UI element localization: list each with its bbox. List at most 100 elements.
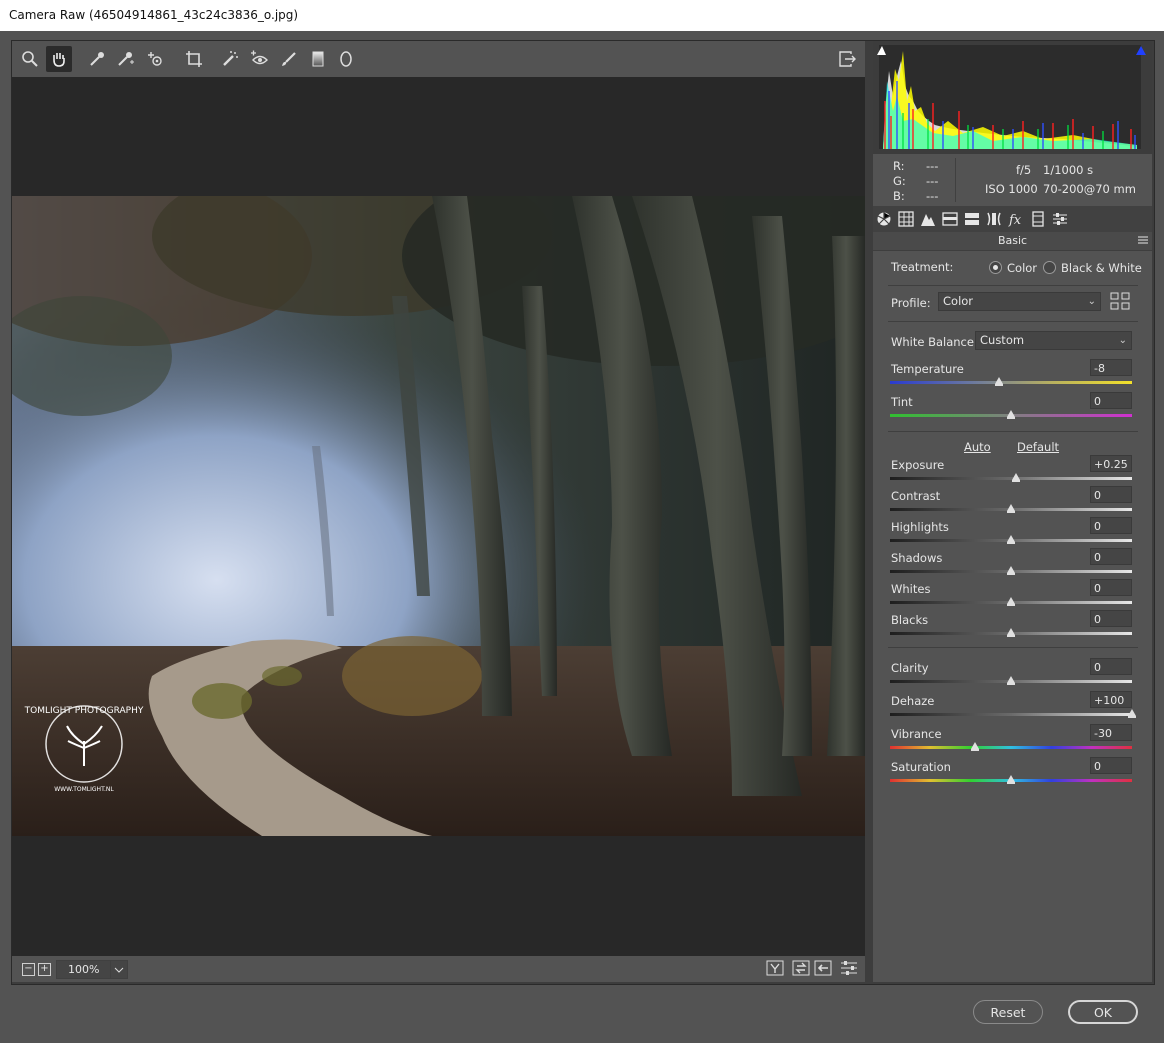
slider-label: Clarity <box>891 661 929 675</box>
zoom-in-button[interactable]: + <box>38 963 51 976</box>
iso-value: ISO 1000 <box>985 182 1038 196</box>
swap-settings-icon[interactable] <box>792 960 810 976</box>
default-link[interactable]: Default <box>1017 440 1059 454</box>
panel-header: Basic <box>873 232 1152 251</box>
slider-thumb[interactable] <box>1128 709 1136 718</box>
before-after-icon[interactable] <box>766 960 784 976</box>
panel-menu-icon[interactable] <box>1138 233 1148 251</box>
slider-label: Saturation <box>891 760 951 774</box>
treatment-bw-radio[interactable] <box>1043 261 1056 274</box>
white-balance-select[interactable]: Custom ⌄ <box>975 331 1132 350</box>
tab-camera-calibration-icon[interactable] <box>1029 210 1047 228</box>
slider-value-field[interactable]: 0 <box>1090 517 1132 534</box>
chevron-down-icon <box>110 961 127 978</box>
ok-button[interactable]: OK <box>1068 1000 1138 1024</box>
graduated-filter-icon[interactable] <box>305 46 331 72</box>
hand-icon[interactable] <box>46 46 72 72</box>
lens-value: 70-200@70 mm <box>1043 182 1136 196</box>
photo-preview[interactable]: TOMLIGHT PHOTOGRAPHY WWW.TOMLIGHT.NL <box>12 196 865 836</box>
adjustment-brush-icon[interactable] <box>276 46 302 72</box>
targeted-adjustment-icon[interactable] <box>142 46 168 72</box>
treatment-color-radio[interactable] <box>989 261 1002 274</box>
slider-thumb[interactable] <box>1007 504 1015 513</box>
slider-value-field[interactable]: 0 <box>1090 486 1132 503</box>
white-balance-icon[interactable] <box>84 46 110 72</box>
copy-settings-icon[interactable] <box>814 960 832 976</box>
slider-track[interactable] <box>890 713 1132 716</box>
tab-lens-corrections-icon[interactable] <box>985 210 1003 228</box>
treatment-color-label: Color <box>1007 261 1038 275</box>
slider-label: Shadows <box>891 551 943 565</box>
r-value: --- <box>926 159 939 173</box>
panel-tabs: fx <box>873 206 1152 232</box>
preview-area: TOMLIGHT PHOTOGRAPHY WWW.TOMLIGHT.NL − +… <box>12 41 865 982</box>
auto-link[interactable]: Auto <box>964 440 991 454</box>
image-info: R: --- G: --- B: --- f/5 1/1000 s ISO 10… <box>873 154 1152 207</box>
slider-label: Contrast <box>891 489 941 503</box>
slider-label: Blacks <box>891 613 929 627</box>
slider-thumb[interactable] <box>1007 597 1015 606</box>
tab-detail-icon[interactable] <box>919 210 937 228</box>
spot-removal-icon[interactable] <box>217 46 243 72</box>
watermark-url: WWW.TOMLIGHT.NL <box>54 786 114 793</box>
slider-thumb[interactable] <box>1011 473 1020 482</box>
zoom-level-select[interactable]: 100% <box>56 960 128 979</box>
chevron-down-icon: ⌄ <box>1087 296 1096 307</box>
slider-thumb[interactable] <box>1007 535 1015 544</box>
slider-value-field[interactable]: 0 <box>1090 658 1132 675</box>
tab-effects-icon[interactable]: fx <box>1007 210 1025 228</box>
slider-thumb[interactable] <box>970 742 979 751</box>
radial-filter-icon[interactable] <box>333 46 359 72</box>
slider-thumb[interactable] <box>994 377 1003 386</box>
slider-value-field[interactable]: 0 <box>1090 579 1132 596</box>
aperture-value: f/5 <box>1016 163 1032 177</box>
color-sampler-icon[interactable] <box>112 46 138 72</box>
crop-icon[interactable] <box>181 46 207 72</box>
slider-thumb[interactable] <box>1007 410 1015 419</box>
toggle-settings-icon[interactable] <box>840 960 858 976</box>
window-title: Camera Raw (46504914861_43c24c3836_o.jpg… <box>9 8 299 22</box>
profile-value: Color <box>943 294 974 308</box>
zoom-level-value: 100% <box>68 963 100 976</box>
slider-track[interactable] <box>890 746 1132 749</box>
svg-text:fx: fx <box>1008 213 1022 227</box>
slider-value-field[interactable]: 0 <box>1090 548 1132 565</box>
slider-thumb[interactable] <box>1007 775 1015 784</box>
tab-basic-icon[interactable] <box>875 210 893 228</box>
profile-label: Profile: <box>891 296 931 310</box>
histogram <box>873 41 1152 154</box>
b-value: --- <box>926 189 939 203</box>
g-value: --- <box>926 174 939 188</box>
slider-value-field[interactable]: 0 <box>1090 610 1132 627</box>
slider-label: Highlights <box>891 520 949 534</box>
slider-track[interactable] <box>890 381 1132 384</box>
zoom-out-button[interactable]: − <box>22 963 35 976</box>
slider-value-field[interactable]: +0.25 <box>1090 455 1132 472</box>
slider-value-field[interactable]: -30 <box>1090 724 1132 741</box>
zoom-icon[interactable] <box>17 46 43 72</box>
tab-split-toning-icon[interactable] <box>963 210 981 228</box>
profile-select[interactable]: Color ⌄ <box>938 292 1101 311</box>
white-balance-value: Custom <box>980 333 1025 347</box>
slider-value-field[interactable]: -8 <box>1090 359 1132 376</box>
slider-value-field[interactable]: +100 <box>1090 691 1132 708</box>
treatment-bw-label: Black & White <box>1061 261 1142 275</box>
tab-tone-curve-icon[interactable] <box>897 210 915 228</box>
b-label: B: <box>893 189 905 203</box>
tab-presets-icon[interactable] <box>1051 210 1069 228</box>
slider-thumb[interactable] <box>1007 566 1015 575</box>
red-eye-icon[interactable] <box>246 46 272 72</box>
open-preferences-icon[interactable] <box>834 46 860 72</box>
profile-browser-icon[interactable] <box>1110 292 1130 310</box>
slider-value-field[interactable]: 0 <box>1090 757 1132 774</box>
tab-hsl-icon[interactable] <box>941 210 959 228</box>
slider-thumb[interactable] <box>1007 628 1015 637</box>
slider-label: Dehaze <box>891 694 935 708</box>
slider-value-field[interactable]: 0 <box>1090 392 1132 409</box>
reset-button[interactable]: Reset <box>973 1000 1043 1024</box>
title-bar: Camera Raw (46504914861_43c24c3836_o.jpg… <box>0 0 1164 31</box>
treatment-label: Treatment: <box>891 260 954 274</box>
slider-thumb[interactable] <box>1007 676 1015 685</box>
tool-bar <box>12 41 865 77</box>
right-panel: R: --- G: --- B: --- f/5 1/1000 s ISO 10… <box>873 41 1152 982</box>
